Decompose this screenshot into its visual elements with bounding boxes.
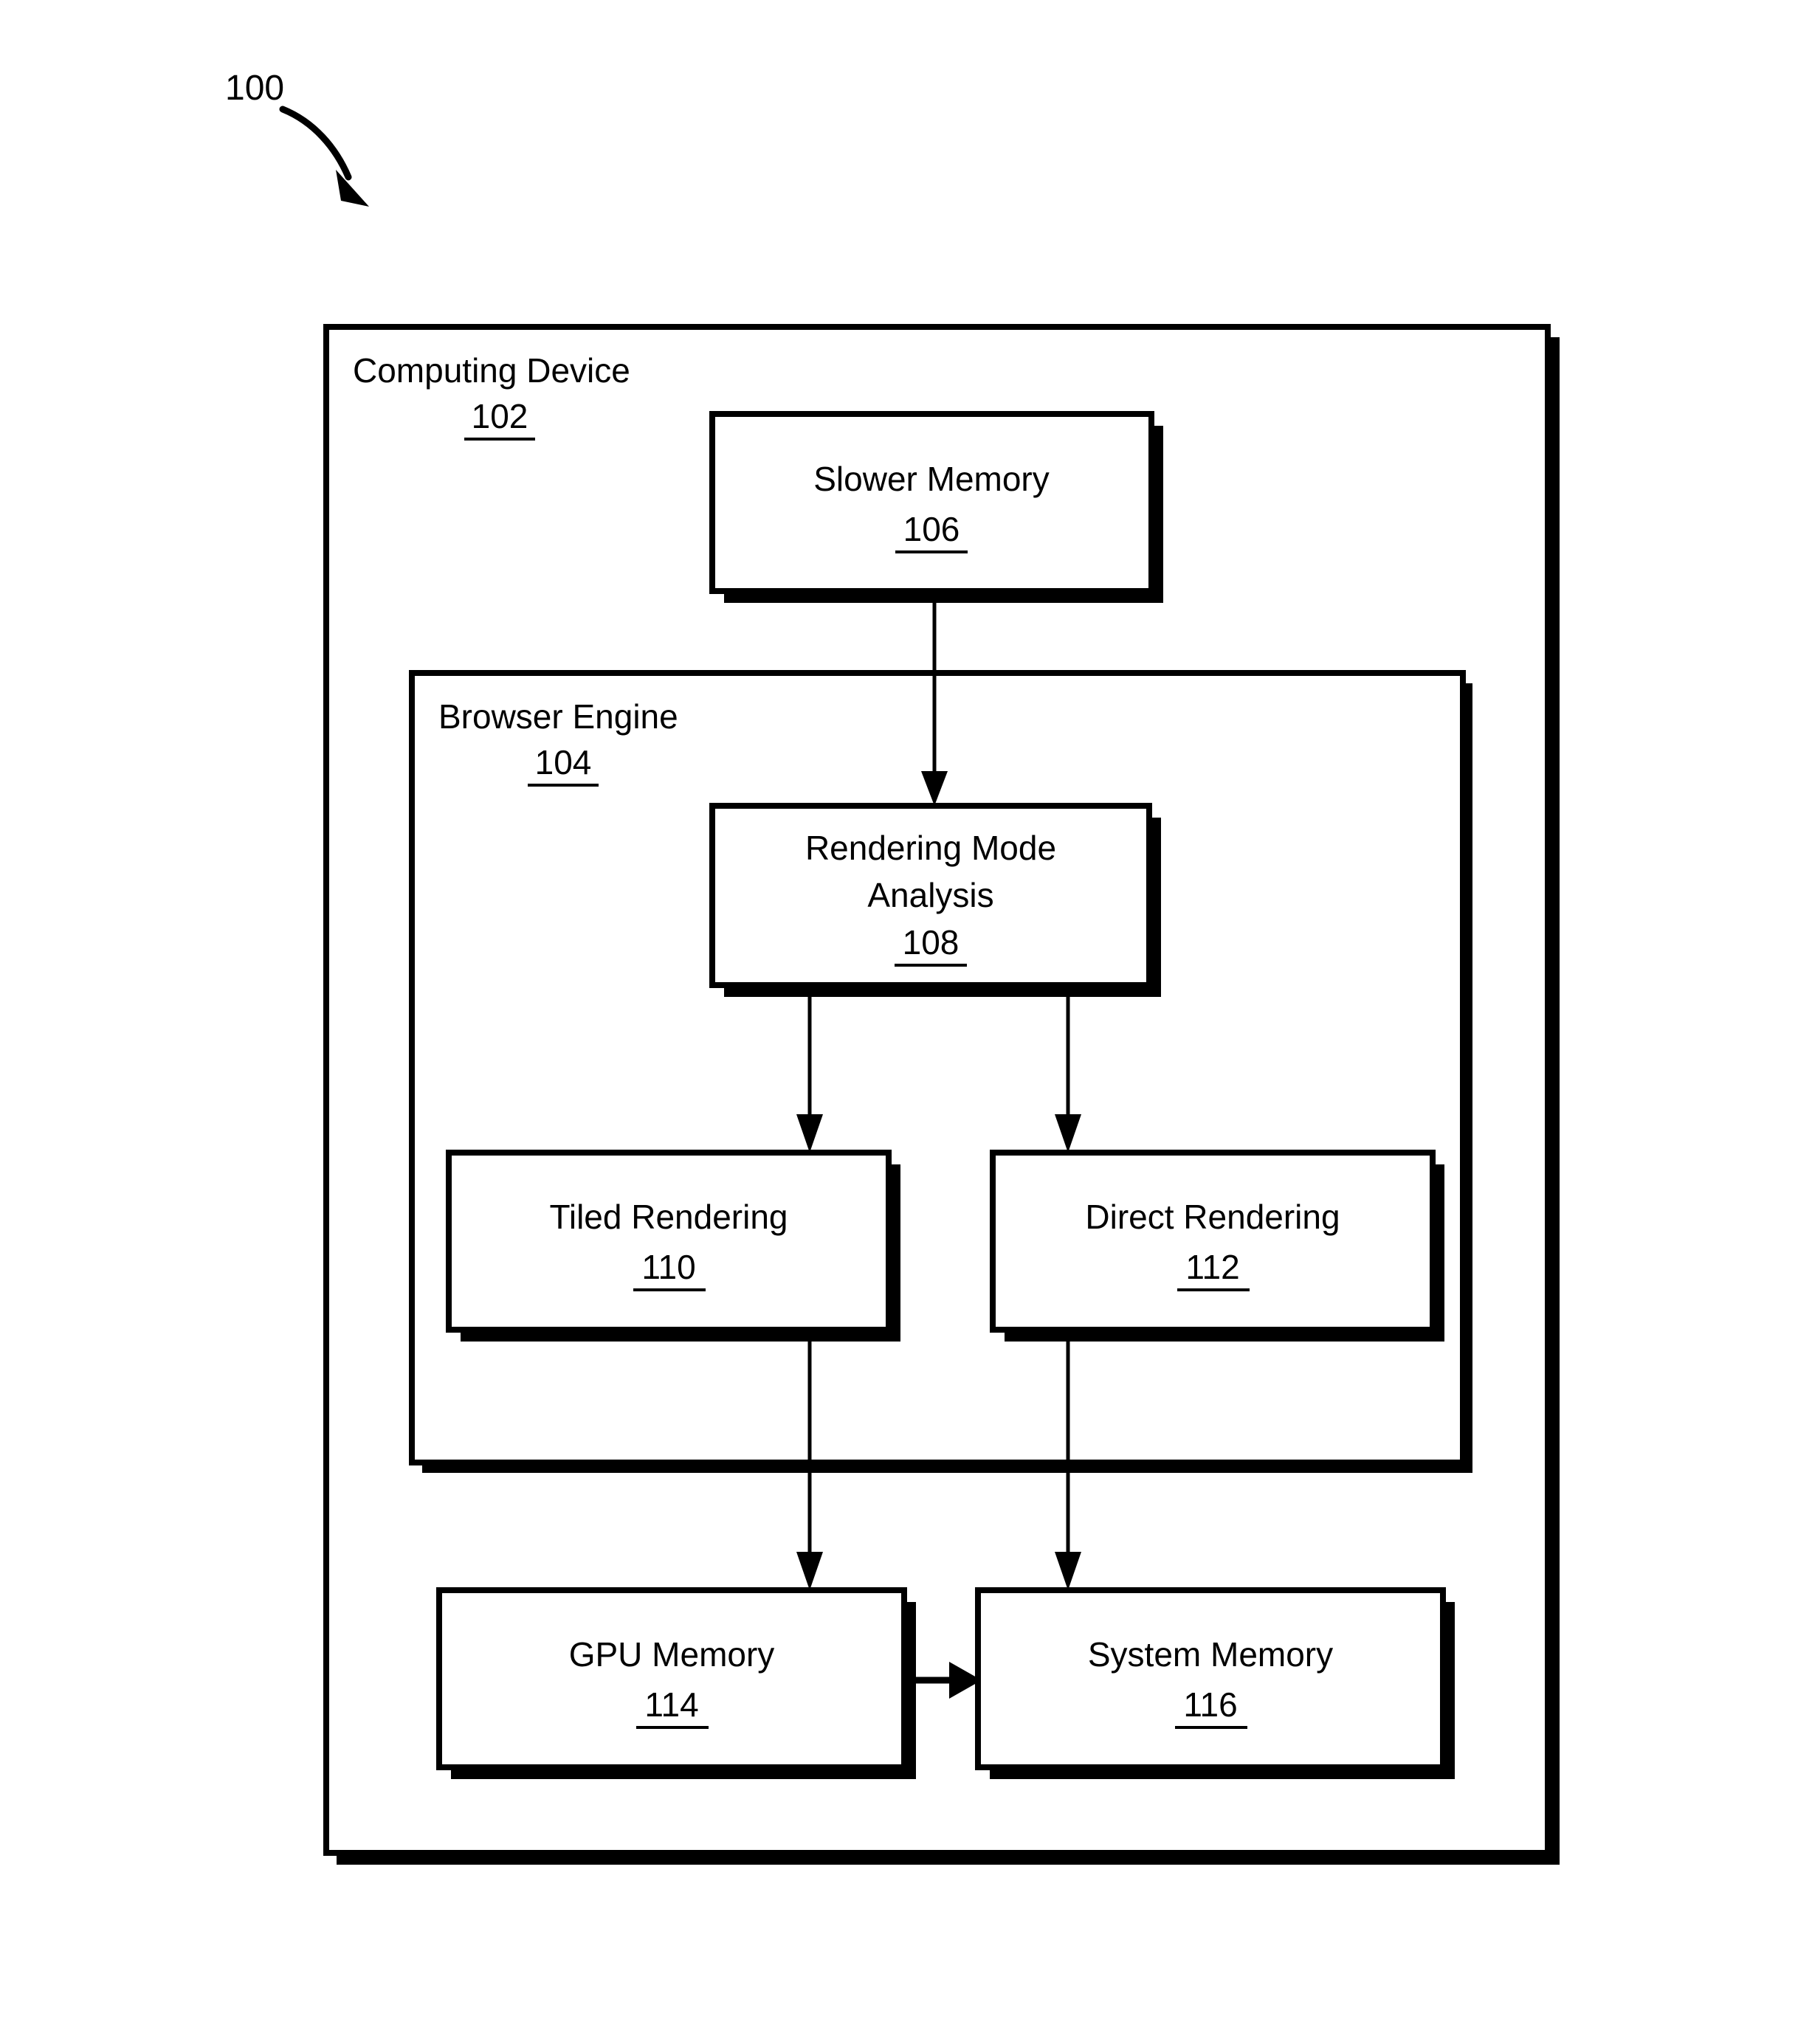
- browser-engine-ref-group: 104: [528, 743, 599, 787]
- tiled-rendering-label: Tiled Rendering: [549, 1198, 788, 1236]
- slower-memory-ref: 106: [903, 510, 960, 548]
- system-memory-fill: [978, 1590, 1443, 1767]
- tiled-rendering-fill: [449, 1153, 889, 1330]
- block-diagram-canvas: 100 Computing Device 102 Slower Memory 1…: [225, 69, 1560, 1865]
- figure-lead-arrow: [279, 106, 369, 207]
- block-tiled-rendering: [446, 1150, 900, 1342]
- block-system-memory: [975, 1587, 1455, 1779]
- rendering-mode-analysis-ref-group: 108: [895, 923, 967, 967]
- browser-engine-ref: 104: [535, 743, 592, 781]
- gpu-memory-ref: 114: [644, 1685, 698, 1724]
- block-direct-rendering: [990, 1150, 1444, 1342]
- rendering-mode-analysis-label-line2: Analysis: [867, 876, 993, 914]
- system-memory-ref: 116: [1183, 1685, 1237, 1724]
- system-memory-label: System Memory: [1088, 1635, 1333, 1674]
- direct-rendering-ref-group: 112: [1177, 1248, 1250, 1291]
- slower-memory-label: Slower Memory: [813, 460, 1050, 498]
- block-slower-memory: [709, 411, 1163, 603]
- direct-rendering-fill: [993, 1153, 1433, 1330]
- gpu-memory-fill: [439, 1590, 904, 1767]
- tiled-rendering-ref-group: 110: [633, 1248, 706, 1291]
- gpu-memory-ref-group: 114: [636, 1685, 709, 1729]
- slower-memory-ref-group: 106: [895, 510, 968, 553]
- tiled-rendering-ref: 110: [641, 1248, 695, 1286]
- direct-rendering-ref: 112: [1185, 1248, 1239, 1286]
- rendering-mode-analysis-label-line1: Rendering Mode: [805, 829, 1056, 867]
- patent-figure: 100 Computing Device 102 Slower Memory 1…: [0, 0, 1812, 2044]
- browser-engine-label: Browser Engine: [438, 697, 678, 736]
- gpu-memory-label: GPU Memory: [569, 1635, 775, 1674]
- computing-device-ref-group: 102: [464, 397, 535, 441]
- computing-device-label: Computing Device: [353, 351, 630, 390]
- block-gpu-memory: [436, 1587, 916, 1779]
- slower-memory-fill: [712, 414, 1151, 591]
- figure-number: 100: [225, 69, 284, 108]
- computing-device-ref: 102: [472, 397, 528, 435]
- direct-rendering-label: Direct Rendering: [1085, 1198, 1340, 1236]
- container-browser-engine: [409, 670, 1472, 1473]
- rendering-mode-analysis-ref: 108: [903, 923, 960, 961]
- system-memory-ref-group: 116: [1175, 1685, 1247, 1729]
